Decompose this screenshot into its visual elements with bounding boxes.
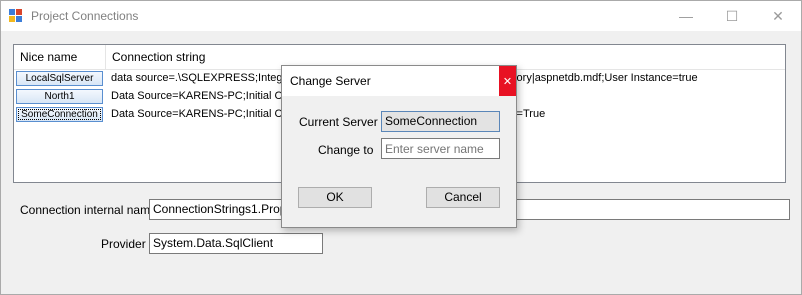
minimize-button[interactable]: — [663, 1, 709, 31]
change-to-input[interactable] [381, 138, 500, 159]
change-to-label: Change to [318, 143, 374, 157]
close-button[interactable]: ✕ [755, 1, 801, 31]
maximize-button[interactable]: ☐ [709, 1, 755, 31]
dialog-title-bar: Change Server ✕ [282, 66, 516, 96]
cancel-button[interactable]: Cancel [426, 187, 500, 208]
provider-field[interactable]: System.Data.SqlClient [149, 233, 323, 254]
row-button-localsqlserver[interactable]: LocalSqlServer [16, 71, 103, 86]
dialog-title: Change Server [290, 74, 371, 88]
change-server-dialog: Change Server ✕ Current Server SomeConne… [281, 65, 517, 228]
column-header-nice-name[interactable]: Nice name [14, 45, 106, 70]
current-server-label: Current Server [299, 115, 378, 129]
provider-label: Provider [101, 237, 146, 251]
window-title: Project Connections [31, 9, 139, 23]
internal-name-label: Connection internal name [20, 203, 157, 217]
app-icon [9, 9, 23, 23]
current-server-field: SomeConnection [381, 111, 500, 132]
row-button-someconnection[interactable]: SomeConnection [16, 107, 103, 122]
ok-button[interactable]: OK [298, 187, 372, 208]
row-button-north1[interactable]: North1 [16, 89, 103, 104]
dialog-close-icon[interactable]: ✕ [499, 66, 516, 96]
title-bar: Project Connections — ☐ ✕ [1, 1, 801, 31]
